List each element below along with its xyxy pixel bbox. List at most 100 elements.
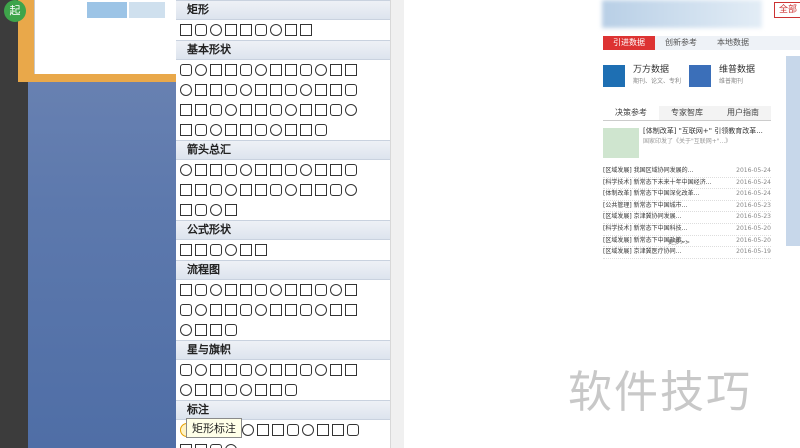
- shape-icon[interactable]: [257, 424, 269, 436]
- shape-icon[interactable]: [210, 24, 222, 36]
- shape-icon[interactable]: [240, 244, 252, 256]
- shape-icon[interactable]: [330, 64, 342, 76]
- shape-icon[interactable]: [195, 364, 207, 376]
- shape-icon[interactable]: [180, 184, 192, 196]
- shape-icon[interactable]: [180, 104, 192, 116]
- shape-icon[interactable]: [315, 124, 327, 136]
- shape-icon[interactable]: [210, 164, 222, 176]
- shape-icon[interactable]: [255, 384, 267, 396]
- shape-icon[interactable]: [345, 84, 357, 96]
- shape-icon[interactable]: [255, 124, 267, 136]
- shape-icon[interactable]: [210, 124, 222, 136]
- shape-icon[interactable]: [255, 104, 267, 116]
- shape-icon[interactable]: [240, 364, 252, 376]
- shape-icon[interactable]: [195, 384, 207, 396]
- shape-icon[interactable]: [240, 24, 252, 36]
- shape-icon[interactable]: [195, 204, 207, 216]
- shape-icon[interactable]: [240, 384, 252, 396]
- shape-icon[interactable]: [210, 304, 222, 316]
- site-tab-innovation[interactable]: 创新参考: [655, 36, 707, 50]
- news-feature[interactable]: [体制改革] "互联网+" 引领教育改革... 国家印发了《关于"互联网+"..…: [603, 126, 771, 164]
- shape-icon[interactable]: [255, 364, 267, 376]
- shape-icon[interactable]: [225, 304, 237, 316]
- shape-icon[interactable]: [210, 324, 222, 336]
- shape-icon[interactable]: [195, 64, 207, 76]
- shape-icon[interactable]: [285, 364, 297, 376]
- shape-icon[interactable]: [300, 84, 312, 96]
- shape-icon[interactable]: [210, 64, 222, 76]
- news-item[interactable]: [科学技术] 新常态下未来十年中国经济... 2016-05-24: [603, 178, 771, 190]
- shape-icon[interactable]: [240, 184, 252, 196]
- shape-icon[interactable]: [345, 184, 357, 196]
- shape-icon[interactable]: [225, 84, 237, 96]
- shape-icon[interactable]: [315, 364, 327, 376]
- shape-icon[interactable]: [300, 64, 312, 76]
- shape-icon[interactable]: [195, 124, 207, 136]
- shape-icon[interactable]: [210, 364, 222, 376]
- shape-icon[interactable]: [255, 304, 267, 316]
- shape-icon[interactable]: [225, 24, 237, 36]
- shape-icon[interactable]: [270, 304, 282, 316]
- shape-icon[interactable]: [225, 184, 237, 196]
- database-2[interactable]: 维普数据 维普期刊: [719, 65, 755, 87]
- shape-icon[interactable]: [225, 364, 237, 376]
- shape-icon[interactable]: [255, 24, 267, 36]
- shape-icon[interactable]: [270, 64, 282, 76]
- shape-icon[interactable]: [285, 104, 297, 116]
- shape-icon[interactable]: [240, 104, 252, 116]
- news-item[interactable]: [科学技术] 新常态下中国科技... 2016-05-20: [603, 224, 771, 236]
- shape-icon[interactable]: [330, 304, 342, 316]
- shape-icon[interactable]: [180, 164, 192, 176]
- shape-icon[interactable]: [332, 424, 344, 436]
- shape-icon[interactable]: [270, 164, 282, 176]
- shape-icon[interactable]: [180, 244, 192, 256]
- shape-icon[interactable]: [180, 24, 192, 36]
- shape-icon[interactable]: [270, 84, 282, 96]
- shape-icon[interactable]: [225, 64, 237, 76]
- shape-icon[interactable]: [240, 64, 252, 76]
- news-tab-decision[interactable]: 决策参考: [603, 106, 659, 120]
- shape-icon[interactable]: [345, 164, 357, 176]
- wanfang-logo-icon[interactable]: [603, 65, 625, 87]
- shape-icon[interactable]: [180, 64, 192, 76]
- shape-icon[interactable]: [315, 84, 327, 96]
- shape-icon[interactable]: [255, 84, 267, 96]
- shape-icon[interactable]: [225, 384, 237, 396]
- shape-icon[interactable]: [300, 304, 312, 316]
- news-item[interactable]: [区域发展] 我国区域协同发展的... 2016-05-24: [603, 166, 771, 178]
- shape-icon[interactable]: [330, 364, 342, 376]
- shape-icon[interactable]: [285, 124, 297, 136]
- shape-icon[interactable]: [300, 284, 312, 296]
- shape-icon[interactable]: [300, 164, 312, 176]
- shape-icon[interactable]: [180, 284, 192, 296]
- shape-icon[interactable]: [225, 324, 237, 336]
- shape-icon[interactable]: [195, 84, 207, 96]
- shape-icon[interactable]: [285, 384, 297, 396]
- shape-icon[interactable]: [285, 284, 297, 296]
- shape-icon[interactable]: [315, 104, 327, 116]
- shape-icon[interactable]: [225, 104, 237, 116]
- shape-icon[interactable]: [285, 64, 297, 76]
- shape-icon[interactable]: [330, 164, 342, 176]
- shape-icon[interactable]: [300, 24, 312, 36]
- site-tab-import[interactable]: 引进数据: [603, 36, 655, 50]
- shape-icon[interactable]: [345, 304, 357, 316]
- shape-icon[interactable]: [255, 64, 267, 76]
- shape-icon[interactable]: [210, 204, 222, 216]
- shapes-gallery[interactable]: 矩形 基本形状 箭头总汇 公式形状 流程图 星与旗帜 标注: [176, 0, 391, 448]
- shape-icon[interactable]: [210, 104, 222, 116]
- news-item[interactable]: [公共管理] 新常态下中国城市... 2016-05-23: [603, 201, 771, 213]
- shape-icon[interactable]: [255, 164, 267, 176]
- shape-icon[interactable]: [270, 184, 282, 196]
- shape-icon[interactable]: [317, 424, 329, 436]
- shape-icon[interactable]: [210, 284, 222, 296]
- shape-icon[interactable]: [210, 444, 222, 448]
- shape-icon[interactable]: [195, 184, 207, 196]
- news-item[interactable]: [区域发展] 京津冀医疗协同... 2016-05-19: [603, 247, 771, 259]
- shape-icon[interactable]: [287, 424, 299, 436]
- shape-icon[interactable]: [330, 284, 342, 296]
- site-tab-local[interactable]: 本地数据: [707, 36, 759, 50]
- site-all-button[interactable]: 全部: [774, 2, 800, 18]
- shape-icon[interactable]: [285, 304, 297, 316]
- shape-icon[interactable]: [225, 164, 237, 176]
